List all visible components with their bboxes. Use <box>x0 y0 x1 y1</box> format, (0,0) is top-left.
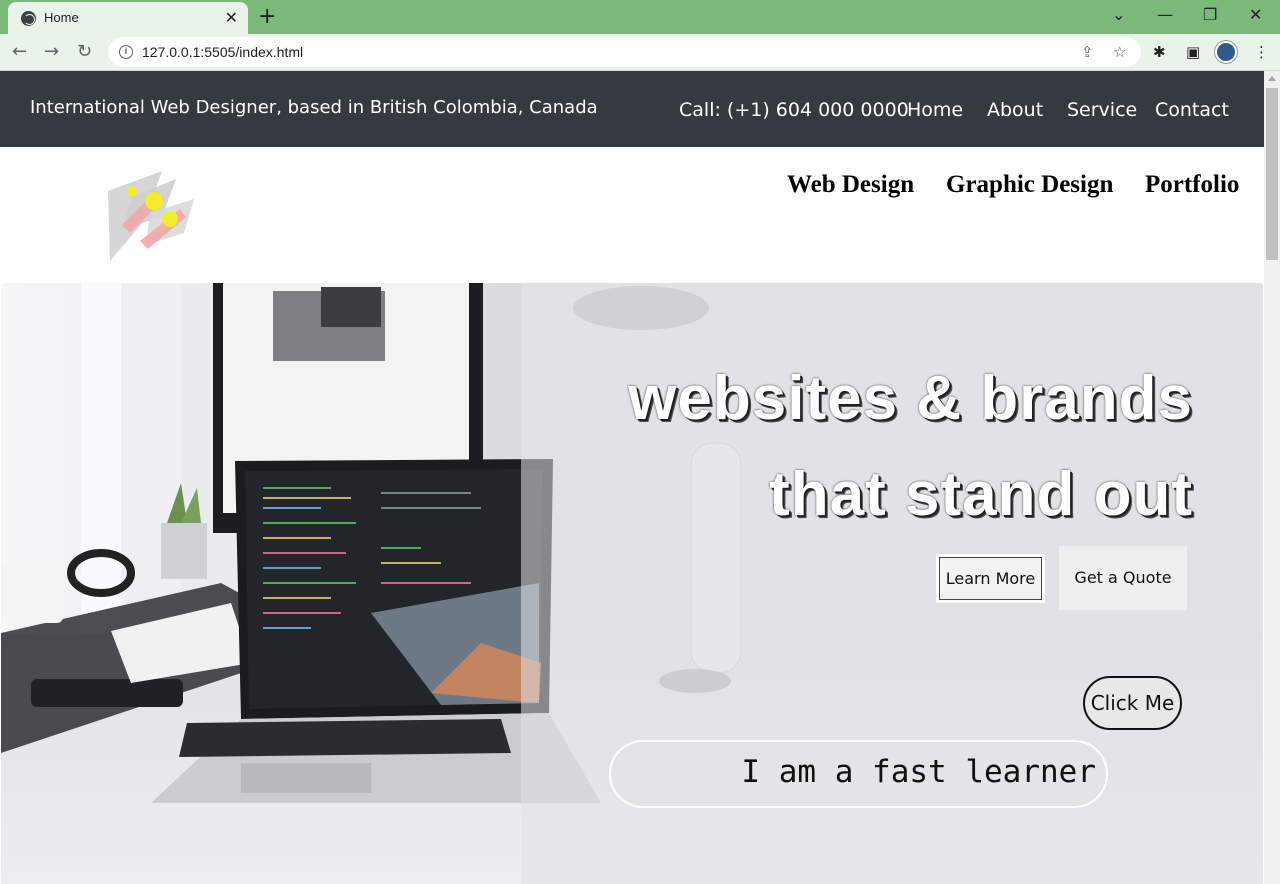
site-info-icon[interactable]: i <box>119 45 133 59</box>
hero-headline-line1: websites & brands <box>628 364 1193 433</box>
learn-more-button[interactable]: Learn More <box>936 554 1045 603</box>
browser-tab[interactable]: Home ✕ <box>8 2 248 34</box>
logo[interactable] <box>104 169 196 261</box>
close-window-button[interactable]: ✕ <box>1249 4 1262 26</box>
scroll-up-icon[interactable] <box>1268 76 1276 81</box>
browser-toolbar: ← → ↻ i 127.0.0.1:5505/index.html ⇪ ☆ ✱ … <box>0 34 1280 71</box>
nav-web-design[interactable]: Web Design <box>787 171 914 199</box>
page-scrollbar[interactable] <box>1264 71 1280 884</box>
tab-title: Home <box>44 10 79 25</box>
site-header: Web Design Graphic Design Portfolio <box>0 147 1264 283</box>
extensions-icon[interactable]: ✱ <box>1153 42 1166 62</box>
tagline: International Web Designer, based in Bri… <box>30 97 598 118</box>
side-panel-icon[interactable]: ▣ <box>1186 42 1200 62</box>
star-icon[interactable]: ☆ <box>1113 42 1126 62</box>
menu-item-service[interactable]: Service <box>1067 99 1137 121</box>
menu-item-home[interactable]: Home <box>907 99 963 121</box>
tab-close-icon[interactable]: ✕ <box>225 8 238 28</box>
hero-headline-line2: that stand out <box>769 460 1193 529</box>
browser-tab-strip: Home ✕ + ⌄ — ❐ ✕ <box>0 0 1280 34</box>
menu-item-contact[interactable]: Contact <box>1155 99 1229 121</box>
share-icon[interactable]: ⇪ <box>1081 42 1094 62</box>
url-text[interactable]: 127.0.0.1:5505/index.html <box>142 44 303 60</box>
restore-button[interactable]: ❐ <box>1203 4 1217 26</box>
menu-icon[interactable]: ⋮ <box>1254 42 1269 62</box>
address-bar[interactable]: i 127.0.0.1:5505/index.html ⇪ ☆ <box>108 37 1141 67</box>
tab-search-icon[interactable]: ⌄ <box>1112 4 1125 26</box>
hero-section: websites & brands that stand out Learn M… <box>1 283 1263 884</box>
get-quote-button[interactable]: Get a Quote <box>1059 546 1187 610</box>
minimize-button[interactable]: — <box>1157 4 1173 26</box>
typing-text-box: I am a fast learner <box>609 740 1108 808</box>
nav-graphic-design[interactable]: Graphic Design <box>946 171 1113 199</box>
back-arrow-icon[interactable]: ← <box>12 40 27 64</box>
globe-icon <box>21 11 36 26</box>
click-me-button[interactable]: Click Me <box>1083 676 1182 730</box>
reload-icon[interactable]: ↻ <box>77 40 92 64</box>
page-viewport: International Web Designer, based in Bri… <box>0 71 1264 884</box>
new-tab-button[interactable]: + <box>258 4 276 30</box>
menu-item-about[interactable]: About <box>987 99 1043 121</box>
scrollbar-thumb[interactable] <box>1266 88 1278 260</box>
phone-number: Call: (+1) 604 000 0000 <box>679 99 909 121</box>
avatar[interactable] <box>1215 41 1237 63</box>
top-info-bar: International Web Designer, based in Bri… <box>0 71 1264 147</box>
nav-portfolio[interactable]: Portfolio <box>1145 171 1239 199</box>
forward-arrow-icon[interactable]: → <box>44 40 59 64</box>
